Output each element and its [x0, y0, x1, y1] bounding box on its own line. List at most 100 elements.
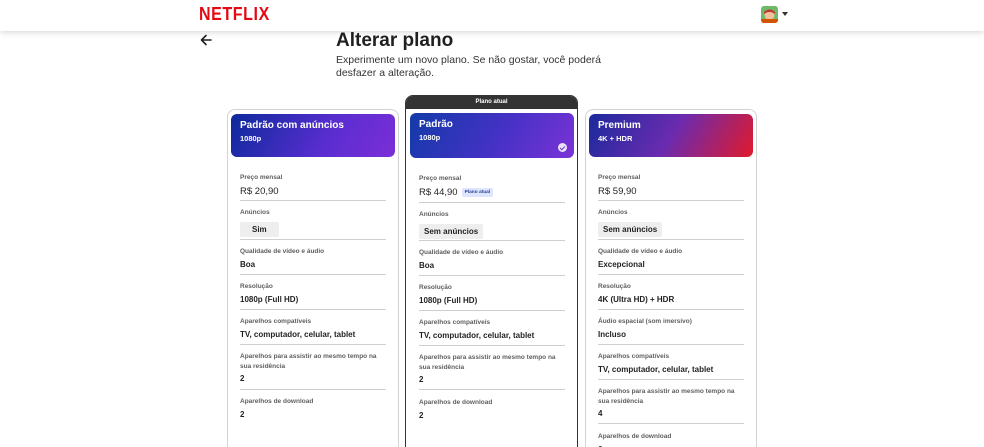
- devices-label: Aparelhos compatíveis: [240, 318, 312, 325]
- quality-label: Qualidade de vídeo e áudio: [240, 248, 325, 255]
- divider: [240, 389, 386, 390]
- divider: [598, 309, 744, 310]
- spatial-audio-label: Áudio espacial (som imersivo): [598, 318, 692, 325]
- ads-row: Anúncios Sem anúncios: [419, 210, 484, 239]
- ads-label: Anúncios: [240, 209, 270, 216]
- quality-row: Qualidade de vídeo e áudio Boa: [419, 248, 503, 270]
- page-subtitle: Experimente um novo plano. Se não gostar…: [336, 54, 602, 79]
- plan-resolution-short: 4K + HDR: [598, 134, 633, 143]
- simultaneous-label: Aparelhos para assistir ao mesmo tempo n…: [419, 354, 556, 371]
- resolution-value: 1080p (Full HD): [419, 295, 478, 305]
- ads-row: Anúncios Sem anúncios: [598, 208, 663, 237]
- divider: [240, 239, 386, 240]
- devices-label: Aparelhos compatíveis: [598, 353, 670, 360]
- ads-label: Anúncios: [598, 209, 628, 216]
- price-label: Preço mensal: [240, 174, 283, 181]
- price-row: Preço mensal R$ 20,90: [240, 173, 282, 197]
- current-plan-tag: Plano atual: [461, 187, 494, 197]
- resolution-value: 1080p (Full HD): [240, 294, 299, 304]
- resolution-row: Resolução 1080p (Full HD): [419, 283, 477, 305]
- plan-name: Padrão com anúncios: [240, 120, 344, 131]
- plan-card-premium[interactable]: Premium 4K + HDR Preço mensal R$ 59,90 A…: [585, 109, 757, 447]
- plan-name: Premium: [598, 120, 641, 131]
- quality-value: Boa: [240, 259, 256, 269]
- downloads-label: Aparelhos de download: [598, 433, 672, 440]
- simultaneous-label: Aparelhos para assistir ao mesmo tempo n…: [598, 388, 735, 405]
- devices-row: Aparelhos compatíveis TV, computador, ce…: [598, 352, 713, 374]
- downloads-value: 2: [240, 409, 245, 419]
- downloads-value: 2: [419, 410, 424, 420]
- ads-value: Sim: [240, 221, 279, 237]
- downloads-row: Aparelhos de download 2: [240, 397, 313, 419]
- divider: [598, 239, 744, 240]
- top-navigation-bar: NETFLIX: [0, 0, 984, 31]
- plan-resolution-short: 1080p: [419, 133, 441, 142]
- price-value: R$ 59,90: [598, 185, 637, 197]
- plan-card-standard-with-ads[interactable]: Padrão com anúncios 1080p Preço mensal R…: [227, 109, 399, 447]
- divider: [419, 275, 565, 276]
- simultaneous-row: Aparelhos para assistir ao mesmo tempo n…: [240, 352, 386, 383]
- downloads-row: Aparelhos de download 6: [598, 432, 671, 447]
- page-title: Alterar plano: [336, 30, 454, 51]
- price-row: Preço mensal R$ 44,90 Plano atual: [419, 174, 494, 198]
- quality-row: Qualidade de vídeo e áudio Excepcional: [598, 247, 682, 269]
- resolution-value: 4K (Ultra HD) + HDR: [598, 294, 675, 304]
- downloads-label: Aparelhos de download: [240, 398, 314, 405]
- divider: [240, 309, 386, 310]
- quality-label: Qualidade de vídeo e áudio: [598, 248, 683, 255]
- selected-check-icon: [558, 143, 567, 152]
- resolution-label: Resolução: [419, 284, 452, 291]
- ads-row: Anúncios Sim: [240, 208, 279, 237]
- back-arrow-icon[interactable]: [199, 33, 213, 47]
- simultaneous-label: Aparelhos para assistir ao mesmo tempo n…: [240, 353, 377, 370]
- plan-header: Padrão com anúncios 1080p: [231, 114, 395, 157]
- simultaneous-value: 2: [419, 375, 424, 384]
- ads-value: Sem anúncios: [419, 223, 484, 239]
- netflix-logo[interactable]: NETFLIX: [199, 5, 270, 26]
- devices-row: Aparelhos compatíveis TV, computador, ce…: [240, 317, 355, 339]
- devices-label: Aparelhos compatíveis: [419, 319, 491, 326]
- spatial-audio-value: Incluso: [598, 329, 627, 339]
- plan-name: Padrão: [419, 119, 453, 130]
- resolution-label: Resolução: [598, 283, 631, 290]
- simultaneous-row: Aparelhos para assistir ao mesmo tempo n…: [598, 387, 744, 418]
- resolution-label: Resolução: [240, 283, 273, 290]
- divider: [240, 274, 386, 275]
- spatial-audio-row: Áudio espacial (som imersivo) Incluso: [598, 317, 692, 339]
- simultaneous-value: 4: [598, 409, 603, 418]
- divider: [419, 310, 565, 311]
- profile-menu-caret-icon[interactable]: [782, 12, 788, 16]
- divider: [419, 202, 565, 203]
- price-value: R$ 20,90: [240, 185, 279, 197]
- resolution-row: Resolução 4K (Ultra HD) + HDR: [598, 282, 674, 304]
- quality-row: Qualidade de vídeo e áudio Boa: [240, 247, 324, 269]
- downloads-row: Aparelhos de download 2: [419, 398, 492, 420]
- price-row: Preço mensal R$ 59,90: [598, 173, 640, 197]
- current-plan-badge: Plano atual: [406, 96, 577, 109]
- devices-value: TV, computador, celular, tablet: [419, 330, 535, 340]
- ads-value: Sem anúncios: [598, 221, 663, 237]
- quality-value: Excepcional: [598, 259, 645, 269]
- plan-card-standard[interactable]: Plano atual Padrão 1080p Preço mensal R$…: [405, 95, 578, 447]
- downloads-label: Aparelhos de download: [419, 399, 493, 406]
- plan-resolution-short: 1080p: [240, 134, 262, 143]
- profile-avatar[interactable]: [761, 6, 778, 23]
- plan-header: Premium 4K + HDR: [589, 114, 753, 157]
- simultaneous-row: Aparelhos para assistir ao mesmo tempo n…: [419, 353, 565, 384]
- price-value: R$ 44,90: [419, 186, 458, 198]
- divider: [419, 240, 565, 241]
- quality-value: Boa: [419, 260, 435, 270]
- price-label: Preço mensal: [598, 174, 641, 181]
- price-label: Preço mensal: [419, 175, 462, 182]
- divider: [598, 274, 744, 275]
- divider: [598, 423, 744, 424]
- resolution-row: Resolução 1080p (Full HD): [240, 282, 298, 304]
- devices-value: TV, computador, celular, tablet: [240, 329, 356, 339]
- divider: [419, 345, 565, 346]
- divider: [419, 389, 565, 390]
- divider: [240, 200, 386, 201]
- divider: [598, 344, 744, 345]
- quality-label: Qualidade de vídeo e áudio: [419, 249, 504, 256]
- devices-value: TV, computador, celular, tablet: [598, 364, 714, 374]
- ads-label: Anúncios: [419, 211, 449, 218]
